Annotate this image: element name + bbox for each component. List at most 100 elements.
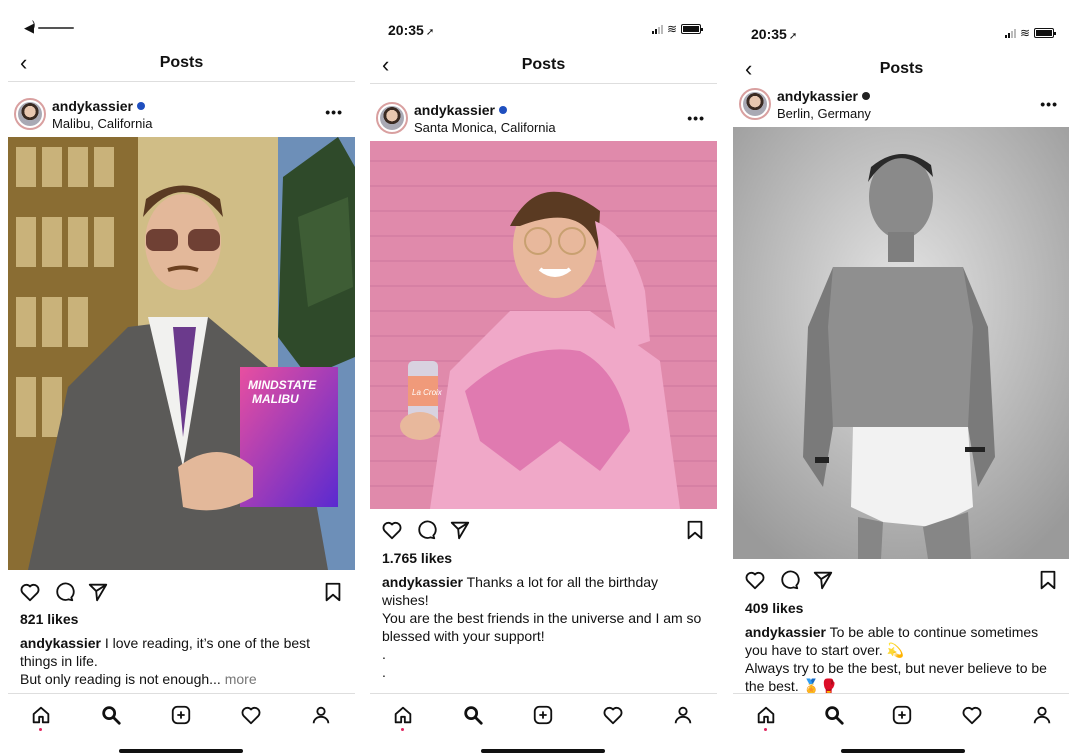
- page-title: Posts: [521, 56, 566, 73]
- post-location[interactable]: Berlin, Germany: [777, 106, 871, 121]
- signal-icon: [651, 24, 663, 34]
- username-text[interactable]: andykassier: [414, 102, 495, 118]
- caption-text-line2: But only reading is not enough...: [20, 671, 221, 687]
- post-username[interactable]: andykassier: [777, 88, 870, 104]
- avatar[interactable]: [14, 98, 46, 130]
- tab-add-post[interactable]: [168, 702, 194, 728]
- posts-header: ‹ Posts: [733, 54, 1069, 88]
- like-heart-icon[interactable]: [743, 568, 767, 592]
- username-text[interactable]: andykassier: [777, 88, 858, 104]
- post-location[interactable]: Santa Monica, California: [414, 120, 556, 135]
- post-header: andykassier Malibu, California •••: [8, 94, 355, 140]
- caption-more-link[interactable]: more: [221, 671, 257, 687]
- bottom-tab-bar: [370, 693, 717, 733]
- post-location[interactable]: Malibu, California: [52, 116, 152, 131]
- status-bar: 20:35 ➚ ≋: [733, 10, 1069, 54]
- post-username[interactable]: andykassier: [52, 98, 145, 114]
- tab-add-post[interactable]: [889, 702, 915, 728]
- post-photo[interactable]: MINDSTATE MALIBU: [8, 137, 355, 570]
- wifi-icon: ≋: [666, 22, 677, 36]
- tab-home[interactable]: [28, 702, 54, 731]
- notification-dot: [764, 728, 767, 731]
- tab-home[interactable]: [753, 702, 779, 731]
- status-time: 20:35 ➚: [751, 26, 797, 42]
- post-actions: [370, 518, 717, 546]
- page-title: Posts: [879, 60, 924, 77]
- tab-search[interactable]: [460, 702, 486, 728]
- search-icon: [102, 706, 121, 725]
- posts-header: ‹ Posts: [8, 48, 355, 82]
- time-text: 20:35: [388, 22, 424, 38]
- tab-search[interactable]: [821, 702, 847, 728]
- time-text: 20:35: [751, 26, 787, 42]
- tab-profile[interactable]: [308, 702, 334, 728]
- share-paper-plane-icon[interactable]: [811, 568, 835, 592]
- tab-activity[interactable]: [600, 702, 626, 728]
- heart-icon: [241, 706, 261, 725]
- more-options-icon[interactable]: •••: [325, 104, 343, 120]
- caption-username[interactable]: andykassier: [382, 574, 463, 590]
- location-arrow-icon: ➚: [425, 27, 435, 38]
- status-indicators: ≋: [651, 22, 703, 36]
- verified-badge-icon: [498, 106, 507, 114]
- tab-search[interactable]: [98, 702, 124, 728]
- photo-berlin-bw: [733, 127, 1069, 559]
- save-bookmark-icon[interactable]: [683, 518, 707, 542]
- post-photo[interactable]: [733, 127, 1069, 559]
- tab-activity[interactable]: [959, 702, 985, 728]
- tab-add-post[interactable]: [530, 702, 556, 728]
- tab-home[interactable]: [390, 702, 416, 731]
- more-options-icon[interactable]: •••: [1040, 96, 1058, 112]
- avatar[interactable]: [376, 102, 408, 134]
- add-post-icon: [892, 705, 912, 725]
- home-indicator: [119, 749, 243, 753]
- heart-icon: [603, 706, 623, 725]
- post-caption: andykassier Thanks a lot for all the bir…: [382, 573, 703, 681]
- post-photo[interactable]: La Croix: [370, 141, 717, 509]
- caption-username[interactable]: andykassier: [745, 624, 826, 640]
- like-heart-icon[interactable]: [18, 580, 42, 604]
- battery-icon: [681, 24, 703, 34]
- tab-profile[interactable]: [1029, 702, 1055, 728]
- share-paper-plane-icon[interactable]: [448, 518, 472, 542]
- avatar[interactable]: [739, 88, 771, 120]
- share-paper-plane-icon[interactable]: [86, 580, 110, 604]
- caption-text-line4: .: [382, 664, 386, 680]
- photo-santa-monica-birthday: La Croix: [370, 141, 717, 509]
- caption-username[interactable]: andykassier: [20, 635, 101, 651]
- page-title: Posts: [159, 54, 204, 71]
- search-icon: [464, 706, 483, 725]
- status-time: 20:35 ➚: [388, 22, 434, 38]
- more-options-icon[interactable]: •••: [687, 110, 705, 126]
- status-bar: ◀ ): [8, 10, 355, 46]
- post-caption: andykassier I love reading, it’s one of …: [20, 634, 341, 688]
- likes-count[interactable]: 1.765 likes: [382, 550, 452, 566]
- tab-profile[interactable]: [670, 702, 696, 728]
- profile-icon: [1033, 706, 1051, 724]
- phone-screen-berlin: 20:35 ➚ ≋ ‹ Posts andykassier Berlin, Ger…: [733, 10, 1069, 753]
- tab-activity[interactable]: [238, 702, 264, 728]
- bottom-tab-bar: [8, 693, 355, 733]
- volume-level-line: [38, 27, 74, 29]
- comment-bubble-icon[interactable]: [52, 580, 76, 604]
- post-actions: [733, 568, 1069, 596]
- home-icon: [757, 706, 775, 724]
- post-username[interactable]: andykassier: [414, 102, 507, 118]
- notification-dot: [401, 728, 404, 731]
- comment-bubble-icon[interactable]: [777, 568, 801, 592]
- phone-screen-malibu: ◀ ) ‹ Posts andykassier Malibu, Californ…: [8, 10, 355, 753]
- like-heart-icon[interactable]: [380, 518, 404, 542]
- profile-icon: [674, 706, 692, 724]
- comment-bubble-icon[interactable]: [414, 518, 438, 542]
- save-bookmark-icon[interactable]: [1036, 568, 1060, 592]
- likes-count[interactable]: 409 likes: [745, 600, 803, 616]
- username-text[interactable]: andykassier: [52, 98, 133, 114]
- status-indicators: ≋: [1004, 27, 1056, 39]
- caption-text-line2: Always try to be the best, but never bel…: [745, 660, 1047, 694]
- profile-icon: [312, 706, 330, 724]
- likes-count[interactable]: 821 likes: [20, 611, 78, 627]
- save-bookmark-icon[interactable]: [321, 580, 345, 604]
- home-indicator: [841, 749, 965, 753]
- caption-text-line2: You are the best friends in the universe…: [382, 610, 702, 644]
- home-icon: [32, 706, 50, 724]
